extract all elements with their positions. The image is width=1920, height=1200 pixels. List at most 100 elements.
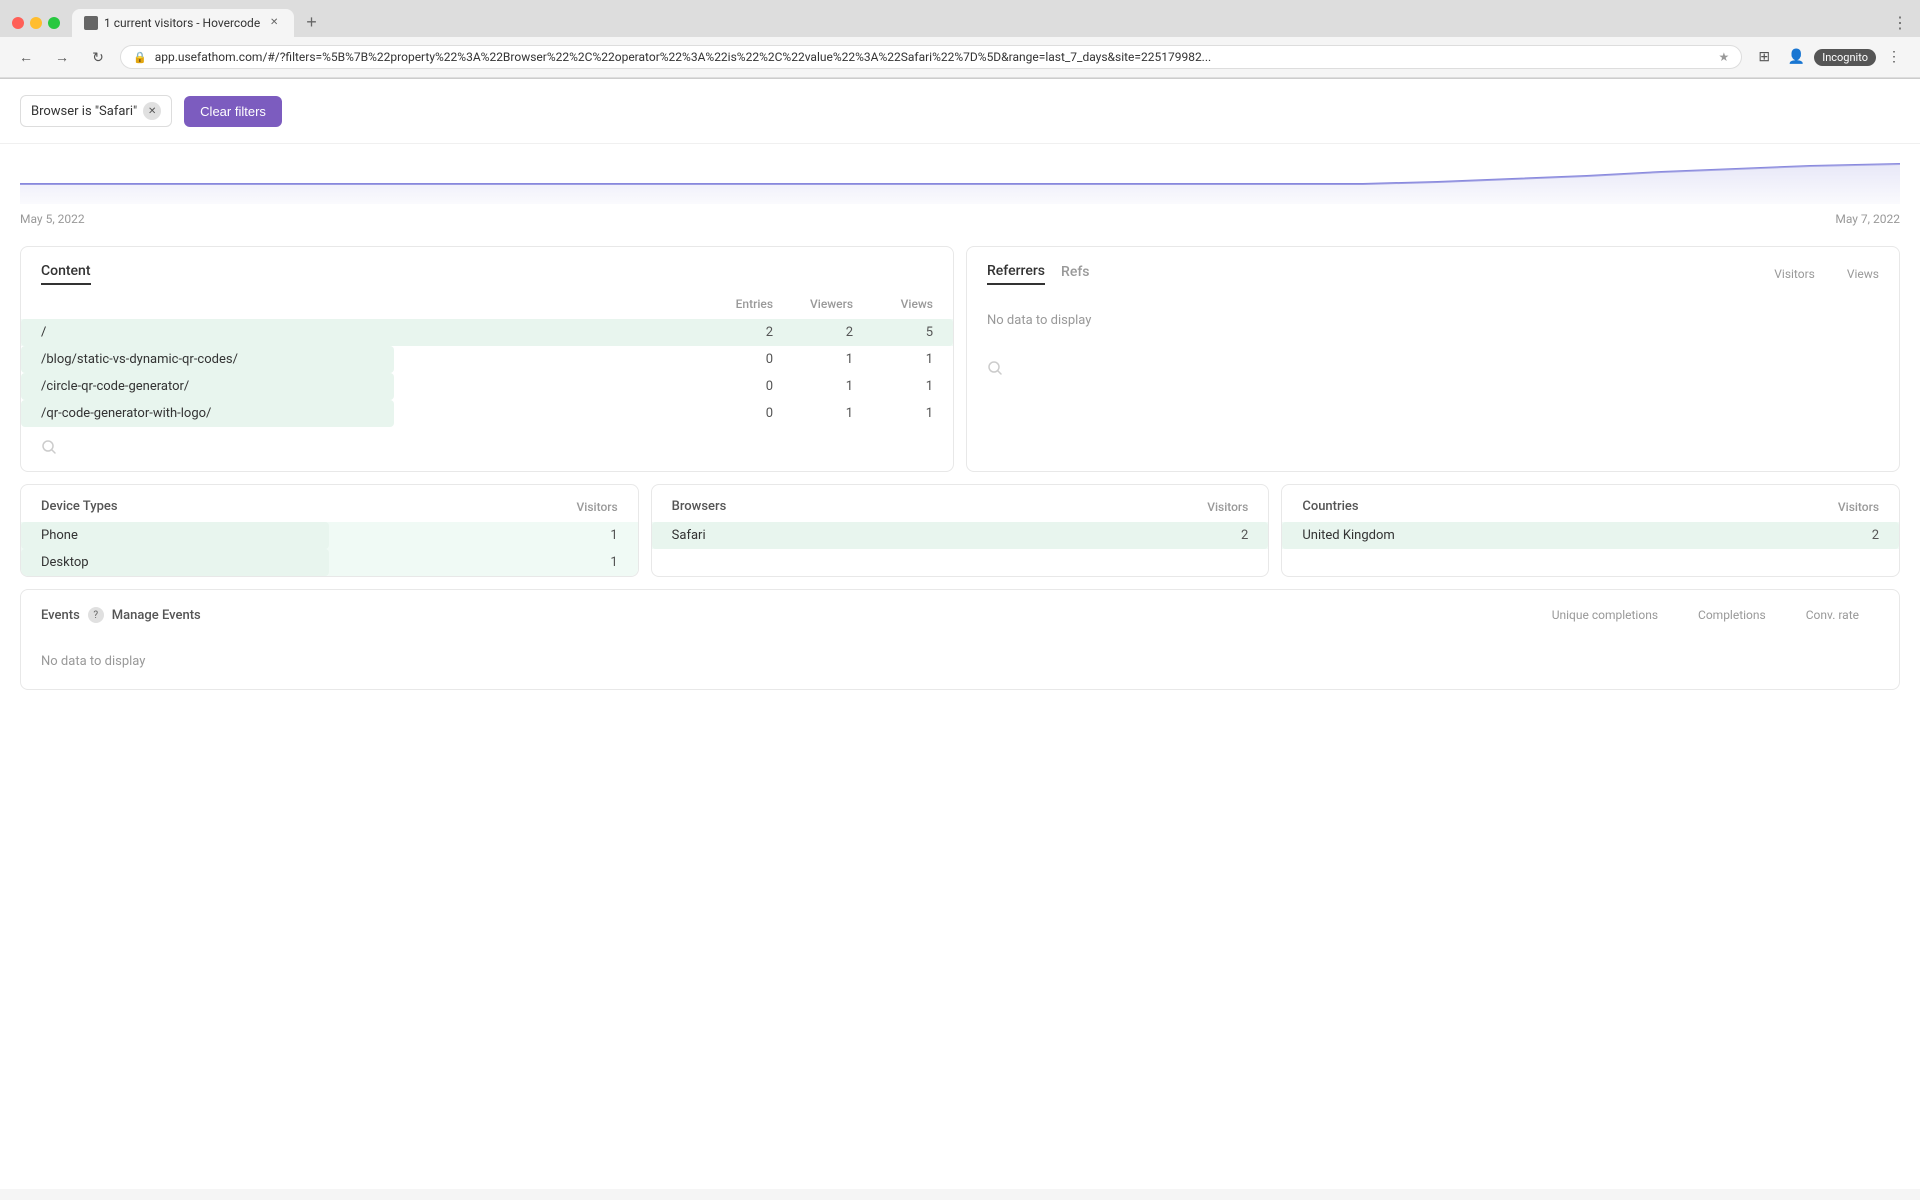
content-panel-columns: Entries Viewers Views (21, 293, 953, 319)
tab-bar: 1 current visitors - Hovercode ✕ + ⋮ (0, 0, 1920, 37)
address-text: app.usefathom.com/#/?filters=%5B%7B%22pr… (155, 50, 1711, 64)
filter-tag-text: Browser is "Safari" (31, 104, 137, 119)
refs-tab[interactable]: Refs (1061, 264, 1089, 284)
col-viewers: Viewers (773, 297, 853, 311)
nav-bar: ← → ↻ 🔒 app.usefathom.com/#/?filters=%5B… (0, 37, 1920, 78)
browser-tab-active[interactable]: 1 current visitors - Hovercode ✕ (72, 9, 294, 37)
content-views: 1 (853, 352, 933, 367)
page-content: Browser is "Safari" ✕ Clear filters May … (0, 79, 1920, 1189)
tab-title: 1 current visitors - Hovercode (104, 16, 260, 30)
device-panel-header: Device Types Visitors (21, 485, 638, 522)
content-row-content: /qr-code-generator-with-logo/ 0 1 1 (41, 406, 933, 421)
content-views: 1 (853, 379, 933, 394)
address-bar[interactable]: 🔒 app.usefathom.com/#/?filters=%5B%7B%22… (120, 45, 1742, 69)
events-title: Events (41, 608, 80, 623)
forward-button[interactable]: → (48, 43, 76, 71)
reload-button[interactable]: ↻ (84, 43, 112, 71)
content-views: 1 (853, 406, 933, 421)
referrers-panel: Referrers Refs Visitors Views No data to… (966, 246, 1900, 472)
content-row-content: /blog/static-vs-dynamic-qr-codes/ 0 1 1 (41, 352, 933, 367)
events-columns: Unique completions Completions Conv. rat… (1532, 604, 1879, 626)
content-row[interactable]: /blog/static-vs-dynamic-qr-codes/ 0 1 1 (21, 346, 953, 373)
browser-label: Safari (672, 528, 1169, 543)
filter-tag: Browser is "Safari" ✕ (20, 95, 172, 127)
content-entries: 0 (693, 379, 773, 394)
referrers-panel-header: Referrers Refs Visitors Views (967, 247, 1899, 293)
content-entries: 0 (693, 352, 773, 367)
browsers-panel-header: Browsers Visitors (652, 485, 1269, 522)
browsers-panel: Browsers Visitors Safari 2 (651, 484, 1270, 577)
content-row[interactable]: /circle-qr-code-generator/ 0 1 1 (21, 373, 953, 400)
extensions-icon[interactable]: ⊞ (1750, 43, 1778, 71)
events-col-conv: Conv. rate (1806, 608, 1859, 622)
browser-menu-icon[interactable]: ⋮ (1892, 13, 1908, 32)
content-row-content: / 2 2 5 (41, 325, 933, 340)
browser-menu-button[interactable]: ⋮ (1880, 43, 1908, 71)
back-button[interactable]: ← (12, 43, 40, 71)
events-header: Events ? Manage Events Unique completion… (21, 590, 1899, 634)
referrers-tab[interactable]: Referrers (987, 263, 1045, 285)
browser-row[interactable]: Safari 2 (652, 522, 1269, 549)
device-row[interactable]: Desktop 1 (21, 549, 638, 576)
no-data-message: No data to display (967, 293, 1899, 348)
content-row-content: /circle-qr-code-generator/ 0 1 1 (41, 379, 933, 394)
clear-filters-button[interactable]: Clear filters (184, 96, 282, 127)
device-visitors-col: Visitors (577, 500, 618, 514)
browser-value: 2 (1168, 528, 1248, 543)
new-tab-button[interactable]: + (298, 8, 325, 37)
chart-dates: May 5, 2022 May 7, 2022 (20, 212, 1900, 226)
col-main (41, 297, 693, 311)
traffic-light-green[interactable] (48, 17, 60, 29)
device-row-content: Desktop 1 (41, 555, 618, 570)
content-panel: Content Entries Viewers Views / 2 2 5 (20, 246, 954, 472)
countries-panel: Countries Visitors United Kingdom 2 (1281, 484, 1900, 577)
browsers-visitors-col: Visitors (1207, 500, 1248, 514)
content-viewers: 1 (773, 406, 853, 421)
country-label: United Kingdom (1302, 528, 1799, 543)
manage-events-button[interactable]: Manage Events (112, 608, 201, 623)
content-views: 5 (853, 325, 933, 340)
traffic-light-red[interactable] (12, 17, 24, 29)
bottom-row: Device Types Visitors Phone 1 Desktop 1 (20, 484, 1900, 577)
content-path: /qr-code-generator-with-logo/ (41, 406, 693, 421)
col-entries: Entries (693, 297, 773, 311)
content-path: /circle-qr-code-generator/ (41, 379, 693, 394)
referrers-search[interactable] (967, 348, 1899, 392)
traffic-light-yellow[interactable] (30, 17, 42, 29)
content-entries: 0 (693, 406, 773, 421)
referrers-visitors-col: Visitors (1774, 267, 1815, 281)
tab-favicon (84, 16, 98, 30)
content-entries: 2 (693, 325, 773, 340)
chart-date-right: May 7, 2022 (1835, 212, 1900, 226)
content-viewers: 2 (773, 325, 853, 340)
events-col-completions: Completions (1698, 608, 1766, 622)
content-panel-header: Content (21, 247, 953, 293)
content-search[interactable] (21, 427, 953, 471)
country-row[interactable]: United Kingdom 2 (1282, 522, 1899, 549)
device-label: Phone (41, 528, 538, 543)
analytics-chart (20, 144, 1900, 204)
content-tab[interactable]: Content (41, 263, 91, 285)
referrers-views-col: Views (1847, 267, 1879, 281)
events-no-data: No data to display (21, 634, 1899, 689)
profile-icon[interactable]: 👤 (1782, 43, 1810, 71)
tab-close-button[interactable]: ✕ (266, 15, 282, 31)
filter-remove-button[interactable]: ✕ (143, 102, 161, 120)
events-left: Events ? Manage Events (41, 607, 201, 623)
filter-bar: Browser is "Safari" ✕ Clear filters (0, 79, 1920, 144)
countries-panel-header: Countries Visitors (1282, 485, 1899, 522)
country-row-content: United Kingdom 2 (1302, 528, 1879, 543)
main-panels-row: Content Entries Viewers Views / 2 2 5 (20, 246, 1900, 472)
chart-area: May 5, 2022 May 7, 2022 (0, 144, 1920, 234)
nav-icons: ⊞ 👤 Incognito ⋮ (1750, 43, 1908, 71)
content-path: / (41, 325, 693, 340)
events-col-unique: Unique completions (1552, 608, 1658, 622)
col-views: Views (853, 297, 933, 311)
device-row[interactable]: Phone 1 (21, 522, 638, 549)
device-row-content: Phone 1 (41, 528, 618, 543)
events-help-icon[interactable]: ? (88, 607, 104, 623)
content-row[interactable]: /qr-code-generator-with-logo/ 0 1 1 (21, 400, 953, 427)
content-row[interactable]: / 2 2 5 (21, 319, 953, 346)
chart-date-left: May 5, 2022 (20, 212, 85, 226)
countries-visitors-col: Visitors (1838, 500, 1879, 514)
